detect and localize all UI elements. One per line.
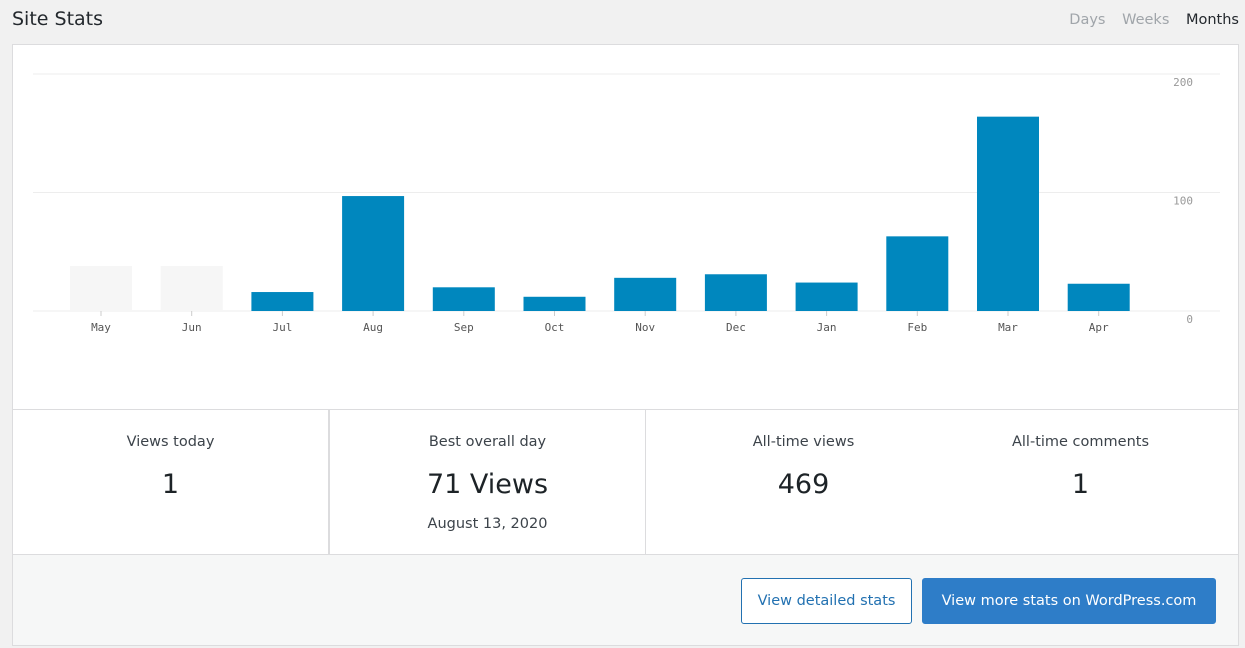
bar-aug (342, 196, 405, 311)
placeholder-bar (160, 266, 223, 311)
stat-value: 1 (161, 469, 180, 500)
stat-date: August 13, 2020 (427, 516, 548, 532)
bar-dec (704, 274, 767, 311)
bar-sep (432, 287, 495, 311)
tab-months[interactable]: Months (1186, 12, 1239, 28)
view-detailed-stats-button[interactable]: View detailed stats (741, 578, 912, 624)
y-tick-label: 0 (1186, 313, 1193, 326)
x-tick-label: Feb (907, 321, 927, 334)
x-tick-label: Mar (998, 321, 1018, 334)
bar-feb (886, 236, 949, 311)
bar-mar (977, 116, 1039, 311)
tab-days[interactable]: Days (1069, 12, 1105, 28)
stat-label: Views today (126, 434, 215, 450)
header: Site Stats Days Weeks Months (0, 0, 1245, 44)
x-tick-label: Nov (635, 321, 655, 334)
page-title: Site Stats (12, 8, 104, 30)
stats-summary: Views today 1 Best overall day 71 Views … (13, 409, 1238, 555)
x-tick-label: Jan (817, 321, 837, 334)
bar-jul (251, 292, 314, 311)
period-tabs: Days Weeks Months (1057, 12, 1239, 28)
stat-value: 469 (777, 469, 830, 500)
placeholder-bar (70, 266, 132, 311)
x-tick-label: Jul (272, 321, 292, 334)
x-tick-label: Jun (182, 321, 202, 334)
stats-footer: View detailed stats View more stats on W… (13, 555, 1238, 645)
stat-best-day: Best overall day 71 Views August 13, 202… (330, 410, 645, 554)
stat-label: Best overall day (428, 434, 547, 450)
stat-value: 71 Views (426, 469, 549, 500)
stat-all-time-comments: All-time comments 1 (923, 410, 1238, 554)
views-chart: 200 100 0 May Jun Jul Aug Sep Oct Nov Dec Jan Feb Mar… (13, 45, 1238, 409)
tab-weeks[interactable]: Weeks (1122, 12, 1169, 28)
x-tick-label: Sep (454, 321, 474, 334)
y-tick-label: 100 (1173, 195, 1193, 208)
x-tick-label: Apr (1089, 321, 1109, 334)
stats-panel: 200 100 0 May Jun Jul Aug Sep Oct Nov Dec Jan Feb Mar… (12, 44, 1239, 646)
bar-nov (614, 277, 677, 311)
stat-label: All-time comments (1011, 434, 1150, 450)
x-tick-label: Aug (363, 321, 383, 334)
stat-all-time-views: All-time views 469 (646, 410, 961, 554)
x-tick-label: Oct (545, 321, 565, 334)
chart-svg: 200 100 0 May Jun Jul Aug Sep Oct Nov Dec Jan Feb Mar… (33, 73, 1220, 334)
x-tick-label: May (91, 321, 111, 334)
bar-jan (795, 282, 858, 311)
bar-oct (523, 296, 586, 311)
stat-views-today: Views today 1 (13, 410, 328, 554)
y-tick-label: 200 (1173, 76, 1193, 89)
x-tick-label: Dec (726, 321, 746, 334)
stat-value: 1 (1071, 469, 1090, 500)
stat-label: All-time views (752, 434, 855, 450)
view-wpcom-stats-button[interactable]: View more stats on WordPress.com (922, 578, 1216, 624)
bar-apr (1067, 283, 1130, 311)
